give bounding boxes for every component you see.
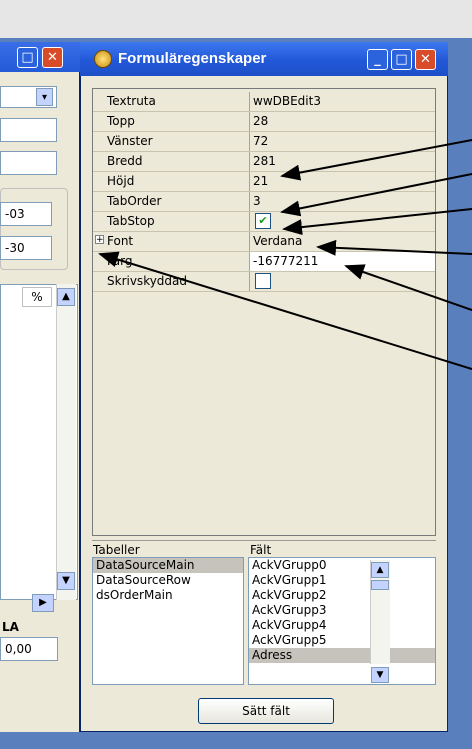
property-row-topp[interactable]: Topp 28: [93, 112, 435, 132]
percent-column-header[interactable]: %: [22, 287, 52, 307]
property-row-hojd[interactable]: Höjd 21: [93, 172, 435, 192]
property-name: TabOrder: [107, 194, 162, 208]
desktop-top-area: [0, 0, 472, 38]
property-name: Font: [107, 234, 134, 248]
list-item[interactable]: AckVGrupp2: [249, 588, 435, 603]
tabstop-checkbox[interactable]: ✔: [255, 213, 271, 229]
background-value-1[interactable]: -03: [0, 202, 52, 226]
list-item[interactable]: AckVGrupp1: [249, 573, 435, 588]
set-field-button[interactable]: Sätt fält: [198, 698, 334, 724]
close-button[interactable]: ✕: [415, 49, 436, 70]
property-name: Vänster: [107, 134, 153, 148]
chevron-right-icon[interactable]: ▶: [32, 594, 54, 612]
property-row-bredd[interactable]: Bredd 281: [93, 152, 435, 172]
readonly-checkbox[interactable]: [255, 273, 271, 289]
window-title: Formuläregenskaper: [118, 50, 267, 67]
tables-label: Tabeller: [93, 543, 140, 557]
background-grid-scrollbar[interactable]: [56, 284, 76, 600]
list-item[interactable]: AckVGrupp4: [249, 618, 435, 633]
background-input-1[interactable]: [0, 118, 57, 142]
tables-listbox[interactable]: DataSourceMain DataSourceRow dsOrderMain: [92, 557, 244, 685]
property-value[interactable]: 72: [253, 134, 268, 148]
property-row-skrivskyddad[interactable]: Skrivskyddad: [93, 272, 435, 292]
background-input-2[interactable]: [0, 151, 57, 175]
property-value[interactable]: 3: [253, 194, 261, 208]
scroll-thumb[interactable]: [371, 580, 389, 590]
property-row-vanster[interactable]: Vänster 72: [93, 132, 435, 152]
property-row-font[interactable]: + Font Verdana: [93, 232, 435, 252]
minimize-button[interactable]: _: [367, 49, 388, 70]
property-name: Färg: [107, 254, 133, 268]
property-name: Höjd: [107, 174, 135, 188]
chevron-up-icon[interactable]: ▲: [371, 562, 389, 578]
background-value-2[interactable]: -30: [0, 236, 52, 260]
background-window-titlebar: [0, 42, 80, 72]
property-row-textruta[interactable]: Textruta wwDBEdit3: [93, 92, 435, 112]
list-item[interactable]: dsOrderMain: [93, 588, 243, 603]
property-name: Topp: [107, 114, 135, 128]
fields-label: Fält: [250, 543, 272, 557]
property-value[interactable]: Verdana: [253, 234, 302, 248]
background-window-close-button[interactable]: ✕: [42, 47, 63, 68]
chevron-down-icon[interactable]: ▼: [57, 572, 75, 590]
list-item[interactable]: AckVGrupp0: [249, 558, 435, 573]
list-item[interactable]: Adress: [249, 648, 435, 663]
list-item[interactable]: AckVGrupp3: [249, 603, 435, 618]
expand-plus-icon[interactable]: +: [95, 235, 104, 245]
background-footer-value[interactable]: 0,00: [0, 637, 58, 661]
list-item[interactable]: AckVGrupp5: [249, 633, 435, 648]
property-row-farg[interactable]: Färg -16777211: [93, 252, 435, 272]
property-name: Bredd: [107, 154, 143, 168]
maximize-button[interactable]: □: [391, 49, 412, 70]
property-row-taborder[interactable]: TabOrder 3: [93, 192, 435, 212]
property-name: Skrivskyddad: [107, 274, 188, 288]
property-value[interactable]: wwDBEdit3: [253, 94, 321, 108]
chevron-up-icon[interactable]: ▲: [57, 288, 75, 306]
app-icon: [94, 50, 112, 68]
background-window-maximize-button[interactable]: □: [17, 47, 38, 68]
property-row-tabstop[interactable]: TabStop ✔: [93, 212, 435, 232]
property-value[interactable]: 28: [253, 114, 268, 128]
fields-listbox[interactable]: AckVGrupp0 AckVGrupp1 AckVGrupp2 AckVGru…: [248, 557, 436, 685]
property-name: TabStop: [107, 214, 155, 228]
background-footer-label: LA: [2, 620, 19, 634]
list-item[interactable]: DataSourceRow: [93, 573, 243, 588]
property-value[interactable]: -16777211: [253, 254, 318, 268]
property-name: Textruta: [107, 94, 156, 108]
chevron-down-icon[interactable]: ▾: [36, 88, 53, 106]
property-value[interactable]: 21: [253, 174, 268, 188]
chevron-down-icon[interactable]: ▼: [371, 667, 389, 683]
property-value[interactable]: 281: [253, 154, 276, 168]
list-item[interactable]: DataSourceMain: [93, 558, 243, 573]
